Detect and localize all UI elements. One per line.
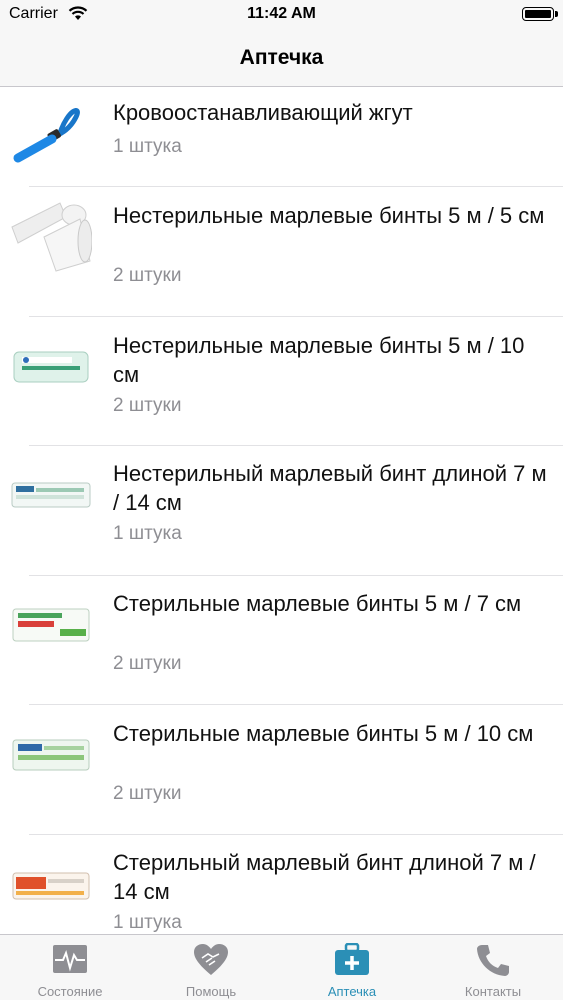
battery-icon [522,7,558,21]
tab-label: Аптечка [327,984,377,999]
item-title: Нестерильный марлевый бинт длиной 7 м / … [113,461,547,515]
gauze-roll-image [11,202,92,272]
item-title: Стерильные марлевые бинты 5 м / 7 см [113,591,522,616]
bandage-pack-image [12,608,90,642]
item-quantity: 2 штуки [113,783,182,804]
tab-help[interactable]: Помощь [141,935,281,1001]
item-quantity: 2 штуки [113,653,182,674]
tab-label: Помощь [185,984,237,999]
bandage-pack-image [12,739,90,771]
tab-label: Состояние [37,984,103,999]
list-item[interactable]: Стерильные марлевые бинты 5 м / 10 см 2 … [0,705,563,835]
item-title: Стерильный марлевый бинт длиной 7 м / 14… [113,850,536,904]
page-title: Аптечка [239,46,324,69]
list-item[interactable]: Нестерильный марлевый бинт длиной 7 м / … [0,446,563,576]
item-title: Нестерильные марлевые бинты 5 м / 5 см [113,203,545,228]
item-quantity: 2 штуки [113,265,182,286]
first-aid-kit-icon [335,943,369,975]
tab-bar: Состояние Помощь Аптечка Контакты [0,934,563,1000]
list-item[interactable]: Стерильные марлевые бинты 5 м / 7 см 2 ш… [0,576,563,705]
tab-state[interactable]: Состояние [0,935,140,1001]
bandage-pack-image [13,351,89,383]
first-aid-list[interactable]: Кровоостанавливающий жгут 1 штука Нестер… [0,87,563,934]
item-title: Стерильные марлевые бинты 5 м / 10 см [113,721,534,746]
list-item[interactable]: Стерильный марлевый бинт длиной 7 м / 14… [0,835,563,934]
list-item[interactable]: Нестерильные марлевые бинты 5 м / 5 см 2… [0,187,563,317]
item-title: Кровоостанавливающий жгут [113,100,413,125]
item-quantity: 2 штуки [113,395,182,416]
list-item[interactable]: Кровоостанавливающий жгут 1 штука [0,87,563,187]
tourniquet-image [13,107,80,163]
item-title: Нестерильные марлевые бинты 5 м / 10 см [113,333,525,387]
phone-icon [477,945,509,976]
navigation-bar: Аптечка [0,30,563,87]
item-quantity: 1 штука [113,136,182,157]
tab-first-aid-kit[interactable]: Аптечка [282,935,422,1001]
tab-contacts[interactable]: Контакты [423,935,563,1001]
list-item[interactable]: Нестерильные марлевые бинты 5 м / 10 см … [0,317,563,446]
item-quantity: 1 штука [113,523,182,544]
bandage-pack-image [11,482,91,508]
tab-label: Контакты [464,984,522,999]
heart-handshake-icon [194,944,228,975]
heart-monitor-icon [53,945,87,973]
item-quantity: 1 штука [113,912,182,933]
clock: 11:42 AM [247,5,316,22]
bandage-pack-image [12,872,90,900]
status-bar: Carrier 11:42 AM [0,0,563,30]
